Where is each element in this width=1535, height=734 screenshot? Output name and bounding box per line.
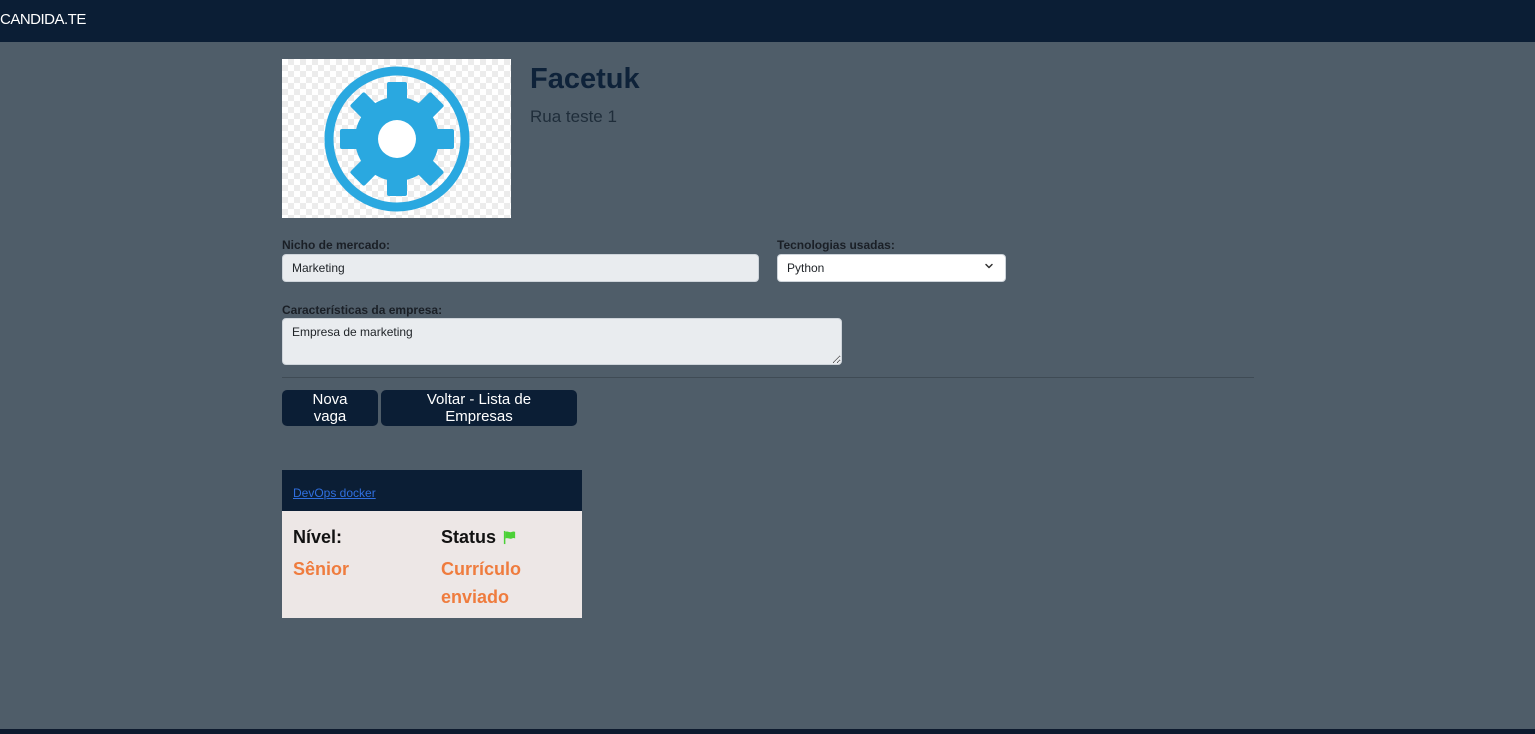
company-logo xyxy=(282,59,511,218)
navbar: CANDIDA.TE xyxy=(0,0,1535,42)
nivel-label: Nível: xyxy=(293,527,343,547)
bottom-strip xyxy=(0,729,1535,734)
nivel-value: Sênior xyxy=(293,559,350,579)
status-label: Status xyxy=(441,527,497,547)
tecnologias-label: Tecnologias usadas: xyxy=(777,238,895,252)
job-card-header: DevOps docker xyxy=(282,470,582,511)
tecnologias-selected-value: Python xyxy=(787,261,825,275)
divider xyxy=(282,377,1254,378)
gear-icon xyxy=(324,66,469,211)
voltar-lista-empresas-button[interactable]: Voltar - Lista de Empresas xyxy=(381,390,577,426)
job-title-link[interactable]: DevOps docker xyxy=(293,486,376,500)
company-address: Rua teste 1 xyxy=(530,107,617,126)
nicho-input[interactable] xyxy=(282,254,759,282)
chevron-down-icon xyxy=(985,263,993,269)
company-name: Facetuk xyxy=(530,63,640,95)
job-card: DevOps docker Nível: Sênior Status Currí… xyxy=(282,470,582,618)
nicho-label: Nicho de mercado: xyxy=(282,238,391,252)
nova-vaga-button[interactable]: Nova vaga xyxy=(282,390,378,426)
flag-icon xyxy=(502,530,517,545)
job-card-body: Nível: Sênior Status Currículo enviado xyxy=(282,511,582,618)
brand-logo[interactable]: CANDIDA.TE xyxy=(0,11,86,28)
status-heading: Status xyxy=(441,527,517,548)
tecnologias-select[interactable]: Python xyxy=(777,254,1006,282)
status-value: Currículo enviado xyxy=(441,559,522,607)
caracteristicas-textarea[interactable]: Empresa de marketing xyxy=(282,318,842,365)
caracteristicas-label: Características da empresa: xyxy=(282,303,443,317)
